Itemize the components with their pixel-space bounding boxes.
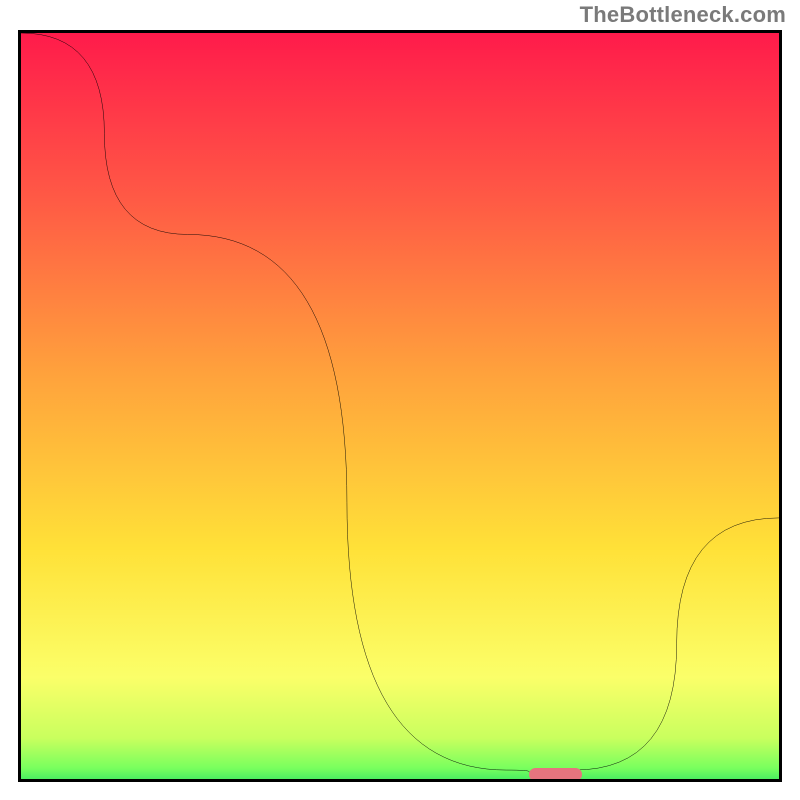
plot-area [18,30,782,782]
curve-layer [21,33,779,779]
chart-frame: TheBottleneck.com [0,0,800,800]
bottleneck-curve-path [21,33,779,773]
watermark-text: TheBottleneck.com [580,2,786,28]
optimal-marker [529,768,582,781]
